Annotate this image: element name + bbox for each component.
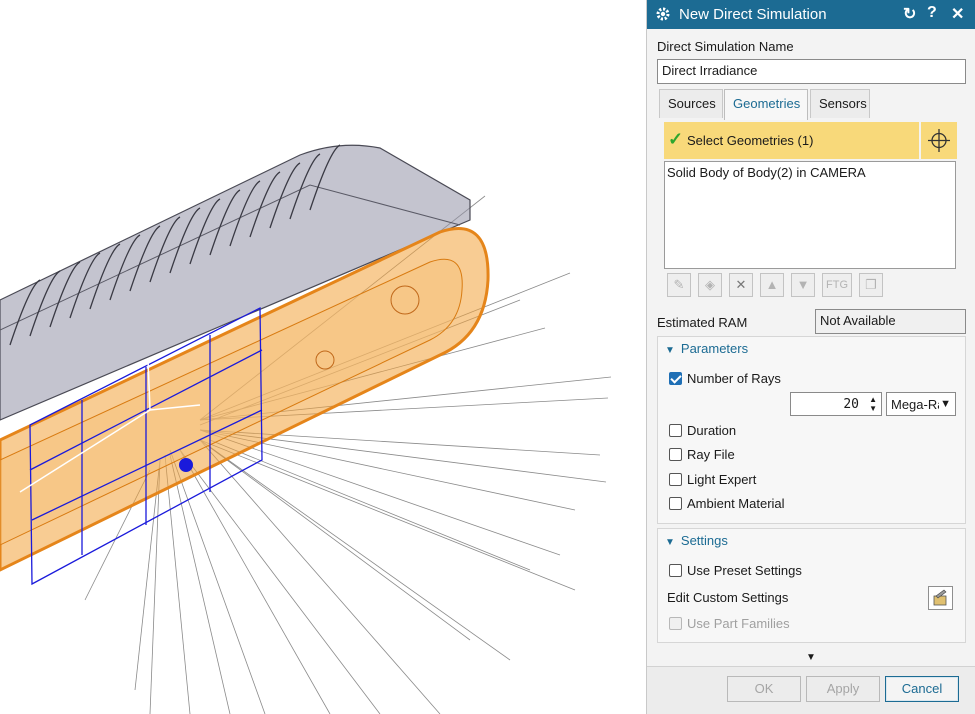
graphics-viewport[interactable] (0, 0, 646, 714)
spin-up-icon[interactable]: ▲ (869, 396, 877, 404)
simulation-name-label: Direct Simulation Name (657, 39, 794, 54)
ok-button[interactable]: OK (727, 676, 801, 702)
estimated-ram-label: Estimated RAM (657, 315, 748, 330)
expand-more-icon[interactable]: ▼ (806, 652, 816, 663)
tab-sensors[interactable]: Sensors (810, 89, 870, 118)
use-preset-settings-label: Use Preset Settings (687, 563, 802, 578)
number-of-rays-checkbox[interactable] (669, 372, 682, 385)
tab-geometries[interactable]: Geometries (724, 89, 808, 120)
ray-file-label: Ray File (687, 447, 735, 462)
move-up-icon[interactable]: ▲ (760, 273, 784, 297)
ray-file-checkbox[interactable] (669, 448, 682, 461)
tab-sources[interactable]: Sources (659, 89, 723, 118)
delete-icon[interactable]: ✕ (729, 273, 753, 297)
edit-custom-settings-button[interactable] (928, 586, 953, 610)
ambient-material-checkbox[interactable] (669, 497, 682, 510)
light-expert-label: Light Expert (687, 472, 757, 487)
collapse-triangle-icon: ▼ (665, 345, 675, 356)
list-item[interactable]: Solid Body of Body(2) in CAMERA (667, 165, 866, 180)
ftg-icon[interactable]: FTG (822, 273, 852, 297)
dialog-titlebar: New Direct Simulation ↻ ? ✕ (647, 0, 975, 29)
move-down-icon[interactable]: ▼ (791, 273, 815, 297)
spin-down-icon[interactable]: ▼ (869, 405, 877, 413)
collapse-triangle-icon: ▼ (665, 537, 675, 548)
chevron-down-icon: ▼ (940, 398, 951, 410)
reset-icon[interactable]: ↻ (903, 4, 916, 24)
parameters-header[interactable]: ▼ Parameters (665, 341, 748, 356)
use-part-families-checkbox[interactable] (669, 617, 682, 630)
estimated-ram-value: Not Available (815, 309, 966, 334)
selected-geometries-list[interactable]: Solid Body of Body(2) in CAMERA (664, 161, 956, 269)
duration-checkbox[interactable] (669, 424, 682, 437)
rays-unit-dropdown[interactable]: Mega-Rays ▼ (886, 392, 956, 416)
new-direct-simulation-dialog: New Direct Simulation ↻ ? ✕ Direct Simul… (646, 0, 975, 714)
use-preset-settings-checkbox[interactable] (669, 564, 682, 577)
apply-button[interactable]: Apply (806, 676, 880, 702)
settings-header[interactable]: ▼ Settings (665, 533, 728, 548)
checkmark-icon: ✓ (668, 129, 684, 149)
simulation-name-input[interactable]: Direct Irradiance (657, 59, 966, 84)
copy-icon[interactable]: ❐ (859, 273, 883, 297)
light-expert-checkbox[interactable] (669, 473, 682, 486)
filter-icon[interactable]: ◈ (698, 273, 722, 297)
add-geometry-icon[interactable]: ✎ (667, 273, 691, 297)
cancel-button[interactable]: Cancel (885, 676, 959, 702)
dialog-title: New Direct Simulation (679, 6, 827, 23)
duration-label: Duration (687, 423, 737, 438)
gear-icon (656, 7, 670, 21)
select-geometries-label: Select Geometries (1) (687, 133, 814, 148)
camera-model-scene (0, 144, 612, 714)
edit-settings-icon (933, 589, 947, 606)
number-of-rays-label: Number of Rays (687, 371, 781, 386)
crosshair-select-button[interactable] (921, 122, 957, 159)
edit-custom-settings-label: Edit Custom Settings (667, 590, 789, 605)
crosshair-icon (928, 129, 950, 152)
rays-unit-value: Mega-Rays (891, 397, 939, 412)
use-part-families-label: Use Part Families (687, 616, 790, 631)
select-geometries-bar[interactable]: ✓ Select Geometries (1) (664, 122, 919, 159)
origin-marker (179, 458, 193, 472)
rays-count-spinner[interactable]: 20 ▲ ▼ (790, 392, 882, 416)
ambient-material-label: Ambient Material (687, 496, 785, 511)
help-icon[interactable]: ? (927, 4, 937, 22)
close-icon[interactable]: ✕ (951, 4, 964, 24)
rays-count-value: 20 (843, 397, 859, 412)
